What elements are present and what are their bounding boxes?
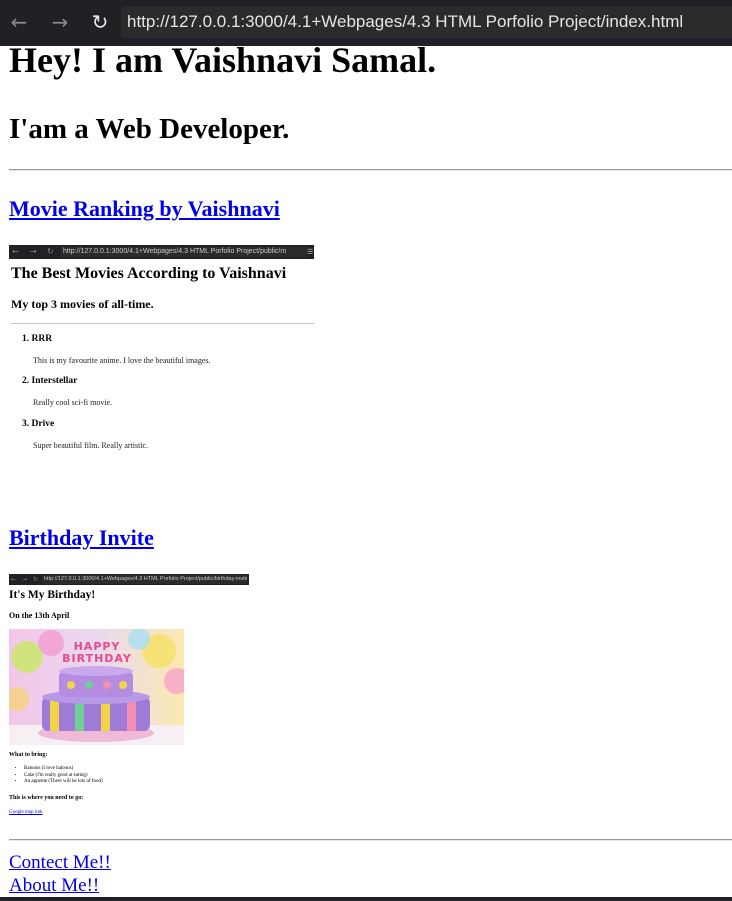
- mini-back-arrow-icon: ←: [11, 576, 17, 583]
- movie-rank-item: 1. RRR: [22, 334, 53, 344]
- thumbnail-divider: [11, 323, 314, 324]
- thumbnail-url: http://127.0.0.1:3000/4.1+Webpages/4.3 H…: [61, 247, 307, 257]
- map-link: Google map link: [9, 810, 43, 815]
- mini-back-arrow-icon: ←: [12, 247, 19, 256]
- mini-reload-icon: ↻: [33, 576, 39, 583]
- mini-reload-icon: ↻: [47, 247, 54, 256]
- back-arrow-icon[interactable]: ←: [8, 9, 30, 35]
- mini-menu-icon: ☰: [307, 248, 314, 256]
- page-subtitle: I'am a Web Developer.: [9, 113, 290, 145]
- thumbnail-subtitle: My top 3 movies of all-time.: [11, 297, 154, 311]
- about-link[interactable]: About Me!!: [9, 875, 99, 897]
- movie-ranking-thumbnail[interactable]: ← → ↻ http://127.0.0.1:3000/4.1+Webpages…: [9, 245, 314, 465]
- cake-candle-letters: HAPPY BIRTHDAY: [62, 640, 132, 665]
- movie-description: This is my favourite anime. I love the b…: [33, 356, 211, 365]
- address-bar[interactable]: http://127.0.0.1:3000/4.1+Webpages/4.3 H…: [121, 6, 732, 38]
- forward-arrow-icon[interactable]: →: [49, 9, 71, 35]
- thumbnail-browser-bar: ← → ↻ http://127.0.0.1:3000/4.1+Webpages…: [9, 245, 314, 259]
- address-bar-url[interactable]: http://127.0.0.1:3000/4.1+Webpages/4.3 H…: [127, 12, 683, 32]
- birthday-invite-thumbnail[interactable]: ← → ↻ http://127.0.0.1:3000/4.1+Webpages…: [9, 574, 249, 824]
- thumbnail-url: http://127.0.0.1:3000/4.1+Webpages/4.3 H…: [42, 575, 247, 584]
- mini-forward-arrow-icon: →: [22, 576, 28, 583]
- contact-link[interactable]: Contect Me!!: [9, 852, 111, 874]
- thumbnail-title: The Best Movies According to Vaishnavi: [11, 265, 287, 282]
- divider-bottom: [9, 839, 732, 841]
- page-title: Hey! I am Vaishnavi Samal.: [9, 40, 437, 80]
- thumbnail-browser-bar: ← → ↻ http://127.0.0.1:3000/4.1+Webpages…: [9, 574, 249, 585]
- list-item: An appetite (There will be lots of food): [24, 779, 103, 786]
- birthday-invite-link[interactable]: Birthday Invite: [9, 525, 154, 551]
- thumbnail-date: On the 13th April: [9, 611, 70, 620]
- bring-list: Baloons (I love baloons) Cake (I'm reall…: [17, 766, 103, 786]
- thumbnail-title: It's My Birthday!: [9, 589, 96, 601]
- movie-rank-item: 3. Drive: [22, 419, 55, 429]
- movie-description: Super beautiful film. Really artistic.: [33, 441, 149, 450]
- movie-ranking-link[interactable]: Movie Ranking by Vaishnavi: [9, 196, 280, 222]
- mini-forward-arrow-icon: →: [30, 247, 37, 256]
- where-heading: This is where you need to go:: [9, 795, 84, 801]
- divider-top: [9, 169, 732, 171]
- movie-description: Really cool sci-fi movie.: [33, 398, 113, 407]
- movie-rank-item: 2. Interstellar: [22, 376, 78, 386]
- reload-icon[interactable]: ↻: [89, 9, 111, 35]
- window-bottom-edge: [0, 897, 732, 901]
- birthday-cake-image: HAPPY BIRTHDAY: [9, 629, 184, 745]
- bring-heading: What to bring:: [9, 752, 48, 758]
